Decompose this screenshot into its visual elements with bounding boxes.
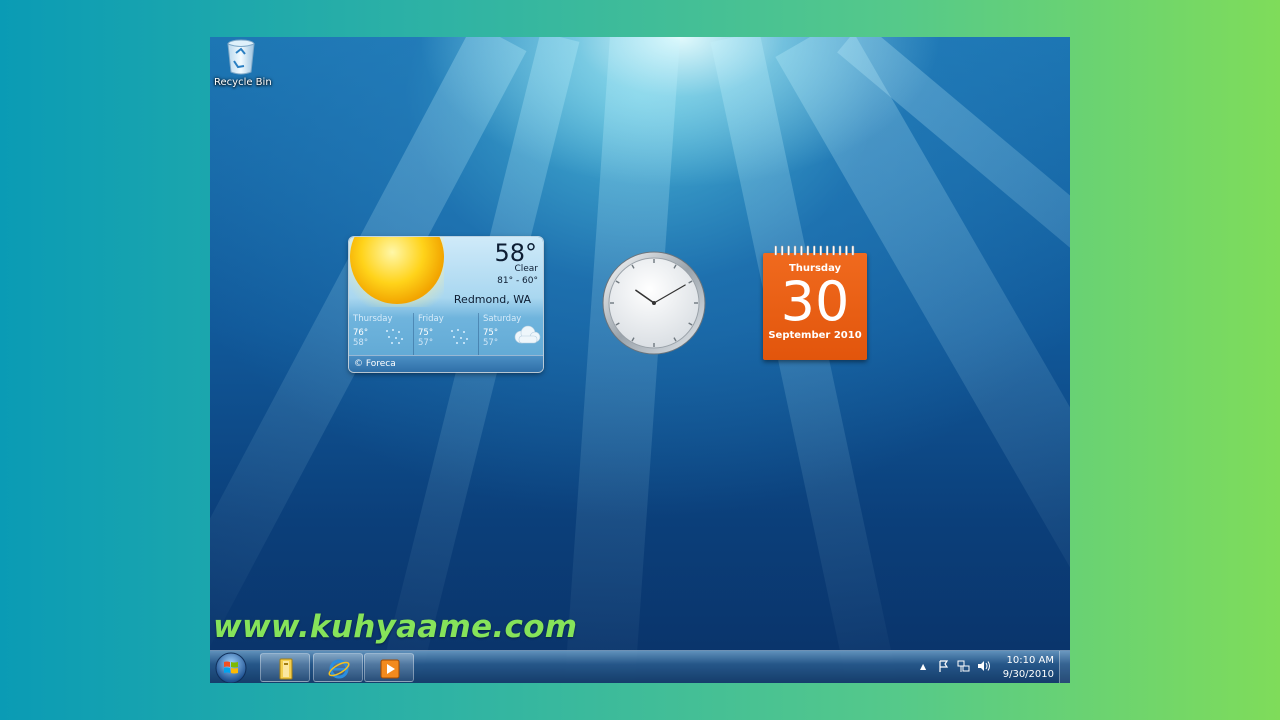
analog-clock-face <box>602 251 706 355</box>
taskbar-internet-explorer-button[interactable] <box>313 653 363 682</box>
spiral-binding-icon <box>774 245 855 256</box>
weather-credit[interactable]: © Foreca <box>349 355 543 372</box>
forecast-day-name: Friday <box>418 314 444 324</box>
spiral-ring <box>780 245 784 256</box>
spiral-ring <box>825 245 829 256</box>
notification-area: ▲ 10:10 AM 9/30/2010 <box>920 651 1070 683</box>
spiral-ring <box>793 245 797 256</box>
start-button[interactable] <box>214 652 248 683</box>
forecast-day: Thursday 76° 58° <box>349 313 414 355</box>
recycle-bin-label: Recycle Bin <box>214 77 272 88</box>
calendar-date: 30 <box>780 270 850 333</box>
sun-icon <box>349 237 444 307</box>
forecast-strip: Thursday 76° 58° Friday 75° 57° Saturday… <box>349 313 543 355</box>
spiral-ring <box>832 245 835 256</box>
windows-orb-icon <box>215 652 247 683</box>
taskbar-clock-date[interactable]: 9/30/2010 <box>1003 669 1054 680</box>
spiral-ring <box>800 245 803 256</box>
spiral-ring <box>813 245 816 256</box>
spiral-ring <box>838 245 842 256</box>
weather-city: Redmond, WA <box>453 293 531 306</box>
forecast-day: Friday 75° 57° <box>414 313 479 355</box>
calendar-page: Thursday 30 September 2010 <box>763 253 867 360</box>
forecast-day-name: Thursday <box>353 314 393 324</box>
show-hidden-icons-chevron-icon[interactable]: ▲ <box>920 662 926 671</box>
spiral-ring <box>806 245 810 256</box>
spiral-ring <box>819 245 823 256</box>
temperature-range: 81° - 60° <box>497 276 538 286</box>
current-temperature: 58° <box>494 239 537 267</box>
recycle-bin-icon <box>226 39 256 75</box>
recycle-bin-shortcut[interactable]: Recycle Bin <box>214 39 272 88</box>
network-icon[interactable] <box>957 660 971 676</box>
forecast-day-name: Saturday <box>483 314 522 324</box>
internet-explorer-icon <box>328 659 350 679</box>
spiral-ring <box>851 245 855 256</box>
taskbar-clock-time[interactable]: 10:10 AM <box>1007 655 1054 666</box>
spiral-ring <box>774 245 778 256</box>
rain-icon <box>386 329 403 344</box>
action-center-flag-icon[interactable] <box>939 660 949 676</box>
show-desktop-button[interactable] <box>1059 651 1070 683</box>
forecast-day: Saturday 75° 57° <box>479 313 543 355</box>
folder-icon <box>279 658 293 680</box>
watermark-text: www.kuhyaame.com <box>213 609 578 645</box>
rain-icon <box>451 329 468 344</box>
weather-gadget[interactable]: 58° Clear 81° - 60° Redmond, WA Thursday… <box>349 237 543 372</box>
desktop[interactable]: Recycle Bin 58° Clear 81° - 60° Redmond,… <box>210 37 1070 683</box>
volume-icon[interactable] <box>977 660 991 675</box>
spiral-ring <box>787 245 790 256</box>
current-condition: Clear <box>514 264 538 274</box>
media-player-icon <box>380 659 400 679</box>
clock-gadget[interactable] <box>602 251 706 355</box>
spiral-ring <box>845 245 848 256</box>
light-ray <box>561 37 680 683</box>
calendar-month-year: September 2010 <box>768 330 862 341</box>
taskbar-media-player-button[interactable] <box>364 653 414 682</box>
calendar-gadget[interactable]: Thursday 30 September 2010 <box>763 245 867 361</box>
cloudy-icon <box>514 325 541 344</box>
taskbar: ▲ 10:10 AM 9/30/2010 <box>210 650 1070 683</box>
taskbar-explorer-button[interactable] <box>260 653 310 682</box>
